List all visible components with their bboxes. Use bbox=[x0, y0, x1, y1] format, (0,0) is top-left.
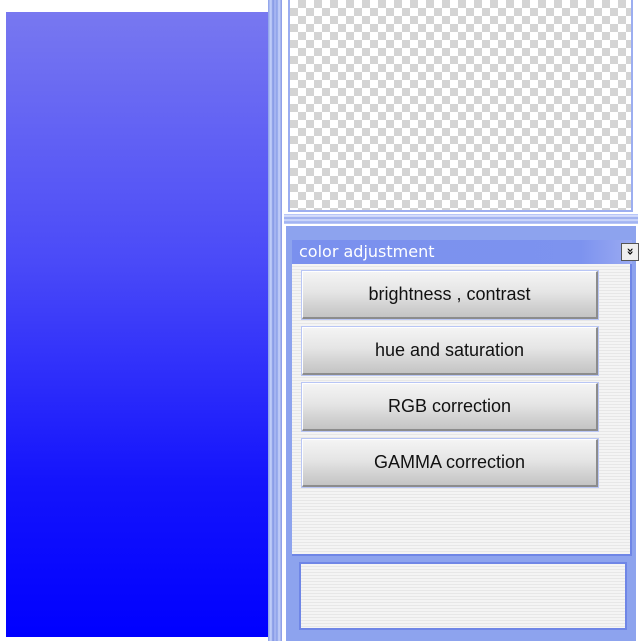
button-label: brightness , contrast bbox=[368, 284, 531, 304]
button-label: GAMMA correction bbox=[373, 452, 526, 472]
rgb-correction-button[interactable]: RGB correction bbox=[301, 382, 599, 432]
image-canvas[interactable] bbox=[6, 12, 268, 637]
color-adjustment-title: color adjustment bbox=[299, 242, 435, 261]
brightness-contrast-button[interactable]: brightness , contrast bbox=[301, 270, 599, 320]
secondary-panel bbox=[299, 562, 627, 630]
preview-divider bbox=[284, 214, 638, 224]
panel-splitter[interactable] bbox=[268, 0, 282, 641]
panel-bottom-border bbox=[286, 634, 636, 641]
preview-thumbnail bbox=[288, 0, 633, 212]
button-label: hue and saturation bbox=[374, 340, 525, 360]
double-chevron-down-icon[interactable]: » bbox=[621, 243, 639, 261]
gamma-correction-button[interactable]: GAMMA correction bbox=[301, 438, 599, 488]
collapse-glyph: » bbox=[623, 247, 638, 256]
hue-saturation-button[interactable]: hue and saturation bbox=[301, 326, 599, 376]
button-label: RGB correction bbox=[387, 396, 512, 416]
